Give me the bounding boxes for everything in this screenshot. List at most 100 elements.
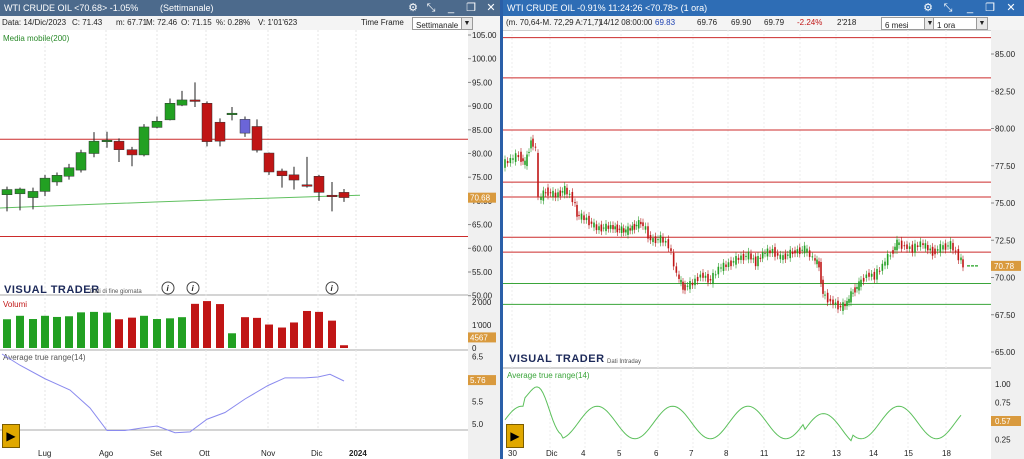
candlestick bbox=[771, 248, 774, 254]
pin-icon[interactable]: ⤡ bbox=[424, 1, 438, 15]
candlestick bbox=[704, 275, 707, 278]
y-tick-label: 75.00 bbox=[472, 173, 493, 182]
window-title: WTI CRUDE OIL <70.68> -1.05% bbox=[4, 3, 139, 13]
candlestick bbox=[949, 241, 952, 250]
candlestick bbox=[598, 226, 600, 231]
candlestick bbox=[647, 226, 649, 239]
volume-bar bbox=[241, 317, 249, 348]
minimize-icon[interactable]: _ bbox=[963, 1, 977, 15]
candlestick bbox=[557, 192, 559, 198]
volume-bar bbox=[128, 317, 136, 348]
volume-bar bbox=[178, 317, 186, 348]
info-close: C: 71.43 bbox=[72, 18, 103, 27]
candlestick bbox=[635, 224, 638, 227]
pin-icon[interactable]: ⤡ bbox=[941, 1, 955, 15]
close-icon[interactable]: ✕ bbox=[484, 1, 498, 15]
candlestick bbox=[846, 301, 848, 307]
restore-icon[interactable]: ❐ bbox=[464, 1, 478, 15]
candlestick bbox=[552, 190, 554, 197]
y-tick-label: 85.00 bbox=[472, 126, 493, 135]
candlestick bbox=[873, 271, 876, 280]
close-icon[interactable]: ✕ bbox=[1004, 1, 1018, 15]
restore-icon[interactable]: ❐ bbox=[983, 1, 997, 15]
candlestick bbox=[585, 217, 588, 221]
candlestick bbox=[580, 213, 583, 220]
candlestick bbox=[649, 235, 652, 241]
candlestick bbox=[631, 225, 634, 231]
candlestick bbox=[707, 273, 709, 283]
candlestick bbox=[761, 251, 764, 259]
period-label: (Settimanale) bbox=[160, 3, 214, 13]
timeframe-select[interactable]: Settimanale ▼ bbox=[412, 17, 473, 30]
settings-icon[interactable]: ⚙ bbox=[406, 1, 420, 15]
candlestick bbox=[811, 256, 814, 258]
volume-bar bbox=[303, 310, 311, 348]
atr-badge-value: 0.57 bbox=[995, 417, 1011, 426]
candlestick bbox=[504, 159, 506, 168]
candlestick bbox=[906, 244, 908, 249]
x-tick-label: 7 bbox=[689, 449, 694, 458]
candlestick bbox=[750, 253, 752, 260]
volume-bar bbox=[153, 319, 161, 348]
candlestick bbox=[640, 221, 642, 225]
info-pct: %: 0.28% bbox=[216, 18, 251, 27]
title-bar[interactable]: WTI CRUDE OIL -0.91% 11:24:26 <70.78> (1… bbox=[503, 0, 1024, 16]
candlestick bbox=[722, 262, 725, 272]
volume-bar bbox=[115, 319, 123, 348]
title-bar[interactable]: WTI CRUDE OIL <70.68> -1.05% (Settimanal… bbox=[0, 0, 500, 16]
candlestick bbox=[506, 160, 509, 164]
expand-arrow-button[interactable]: ▶ bbox=[506, 424, 524, 448]
candlestick bbox=[854, 287, 856, 293]
candlestick bbox=[75, 152, 87, 171]
x-tick-label: 14 bbox=[869, 449, 878, 458]
candlestick bbox=[794, 250, 796, 254]
candlestick bbox=[725, 264, 727, 267]
candlestick bbox=[528, 151, 530, 153]
candlestick bbox=[151, 121, 163, 128]
volume-bar bbox=[328, 320, 336, 348]
x-tick-label: 4 bbox=[581, 449, 586, 458]
y-tick-label: 82.50 bbox=[995, 87, 1016, 96]
info-v1: 69.83 bbox=[655, 18, 676, 27]
info-v4: 69.79 bbox=[764, 18, 785, 27]
volume-bar bbox=[278, 327, 286, 348]
volume-bar bbox=[16, 315, 24, 348]
atr-label: Average true range(14) bbox=[3, 353, 86, 362]
candlestick bbox=[808, 250, 811, 257]
volume-badge-value: 4567 bbox=[470, 333, 488, 342]
candlestick bbox=[732, 261, 735, 263]
quote-info-bar: (m. 70,64-M. 72,29 A:71,7) 14/12 08:00:0… bbox=[503, 16, 1024, 31]
candlestick bbox=[954, 250, 957, 252]
candlestick bbox=[892, 250, 894, 254]
candlestick bbox=[894, 246, 896, 251]
hourly-chart-area[interactable]: 85.00 82.50 80.00 77.50 75.00 72.50 70.00 67.50… bbox=[503, 30, 1024, 459]
candlestick bbox=[814, 258, 816, 261]
ma-label: Media mobile(200) bbox=[3, 34, 70, 43]
candlestick bbox=[865, 274, 868, 278]
timeframe-select[interactable]: 1 ora ▼ bbox=[933, 17, 988, 30]
y-tick-label: 85.00 bbox=[995, 50, 1016, 59]
candlestick bbox=[839, 305, 842, 308]
range-select[interactable]: 6 mesi ▼ bbox=[881, 17, 936, 30]
volume-bar bbox=[65, 316, 73, 348]
x-tick-label: 8 bbox=[724, 449, 729, 458]
expand-arrow-button[interactable]: ▶ bbox=[2, 424, 20, 448]
x-tick-label: Nov bbox=[261, 449, 275, 458]
candlestick bbox=[769, 250, 771, 254]
candlestick bbox=[876, 268, 878, 280]
candlestick bbox=[911, 244, 914, 253]
candlestick bbox=[824, 294, 826, 296]
candlestick bbox=[931, 246, 934, 256]
candlestick bbox=[686, 285, 689, 287]
candlestick bbox=[63, 167, 75, 177]
brand-subtitle: Dati Intraday bbox=[607, 359, 641, 365]
minimize-icon[interactable]: _ bbox=[444, 1, 458, 15]
candlestick bbox=[842, 302, 844, 311]
volume-bar bbox=[228, 333, 236, 348]
y-tick-label: 65.00 bbox=[995, 348, 1016, 357]
candlestick bbox=[936, 249, 939, 251]
settings-icon[interactable]: ⚙ bbox=[921, 1, 935, 15]
weekly-chart-area[interactable]: 105.00 100.00 95.00 90.00 85.00 80.00 75.00 70.… bbox=[0, 30, 500, 459]
candlestick bbox=[889, 255, 892, 257]
candlestick bbox=[657, 239, 659, 241]
